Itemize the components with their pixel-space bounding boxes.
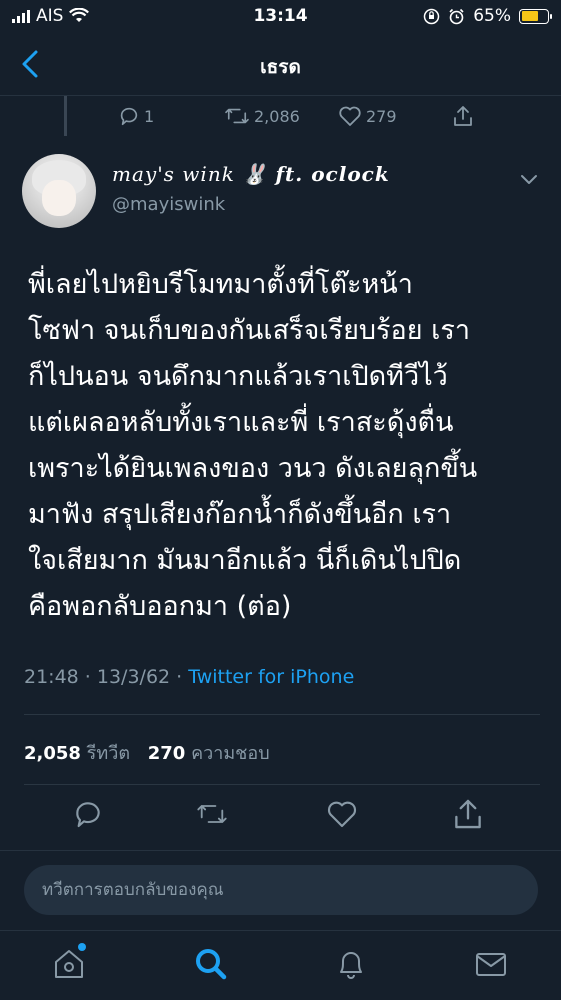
prev-retweet-count: 2,086 [254, 106, 300, 126]
tweet-meta: 21:48 · 13/3/62 · Twitter for iPhone [24, 666, 354, 688]
chevron-down-icon[interactable] [518, 168, 540, 190]
home-notification-dot [78, 943, 86, 951]
heart-icon[interactable] [326, 798, 358, 830]
prev-like-count: 279 [366, 106, 397, 126]
prev-like-action[interactable]: 279 [338, 105, 397, 127]
like-label[interactable]: ความชอบ [191, 743, 270, 764]
status-right: 65% [423, 6, 552, 26]
retweet-icon[interactable] [196, 798, 228, 830]
bell-icon[interactable] [332, 945, 370, 983]
reply-input[interactable] [24, 865, 538, 915]
reply-icon [120, 107, 138, 126]
retweet-label[interactable]: รีทวีต [87, 743, 130, 764]
battery-icon [519, 8, 552, 24]
heart-icon [339, 106, 361, 126]
divider [24, 784, 540, 785]
thread-connector [64, 96, 67, 136]
like-count[interactable]: 270 [148, 743, 186, 764]
prev-retweet-action[interactable]: 2,086 [224, 105, 300, 127]
prev-reply-action[interactable]: 1 [118, 105, 154, 127]
display-name-text: may's wink [112, 162, 235, 186]
avatar-face [42, 180, 76, 216]
user-handle[interactable]: @mayiswink [112, 194, 225, 215]
tweet-line: คือพอกลับออกมา (ต่อ) [28, 591, 292, 622]
retweet-count[interactable]: 2,058 [24, 743, 81, 764]
reply-bar [0, 850, 561, 930]
rabbit-emoji: 🐰 [242, 162, 269, 186]
tweet-author: may's wink 🐰 ft. oclock @mayiswink [22, 152, 542, 232]
tweet-text: พี่เลยไปหยิบรีโมทมาตั้งที่โต๊ะหน้า โซฟา … [28, 262, 538, 630]
tweet-source-link[interactable]: Twitter for iPhone [188, 666, 354, 688]
tweet-line: แต่เผลอหลับทั้งเราและพี่ เราสะดุ้งตื่น [28, 407, 454, 438]
tweet-line: โซฟา จนเก็บของกันเสร็จเรียบร้อย เรา [28, 315, 471, 346]
battery-percent: 65% [473, 6, 511, 26]
prev-share-action[interactable] [452, 105, 474, 127]
share-icon [454, 106, 472, 126]
tweet-timestamp: 21:48 · 13/3/62 · [24, 666, 189, 688]
retweet-icon [225, 108, 249, 124]
tweet-line: ใจเสียมาก มันมาอีกแล้ว นี่ก็เดินไปปิด [28, 545, 462, 576]
search-icon[interactable] [192, 945, 230, 983]
battery-level [521, 11, 538, 21]
tab-bar [0, 930, 561, 1000]
tweet-line: มาฟัง สรุปเสียงก๊อกน้ำก็ดังขึ้นอีก เรา [28, 499, 452, 530]
reply-icon[interactable] [72, 798, 104, 830]
divider [24, 714, 540, 715]
prev-reply-count: 1 [144, 106, 155, 126]
display-name[interactable]: may's wink 🐰 ft. oclock [112, 162, 390, 186]
tweet-line: เพราะได้ยินเพลงของ วนว ดังเลยลุกขึ้น [28, 453, 478, 484]
tweet-stats: 2,058 รีทวีต 270 ความชอบ [24, 738, 282, 767]
avatar[interactable] [22, 154, 96, 228]
status-bar: AIS 13:14 65% [0, 0, 561, 34]
alarm-icon [449, 8, 464, 24]
page-title: เธรด [260, 56, 301, 78]
tweet-actions [0, 796, 561, 836]
share-icon[interactable] [452, 798, 484, 830]
mail-icon[interactable] [472, 945, 510, 983]
orientation-lock-icon [423, 8, 440, 24]
display-name-suffix: ft. oclock [275, 162, 390, 186]
nav-bar: เธรด [0, 34, 561, 96]
tweet-line: ก็ไปนอน จนดึกมากแล้วเราเปิดทีวีไว้ [28, 361, 448, 392]
tweet-line: พี่เลยไปหยิบรีโมทมาตั้งที่โต๊ะหน้า [28, 269, 413, 300]
